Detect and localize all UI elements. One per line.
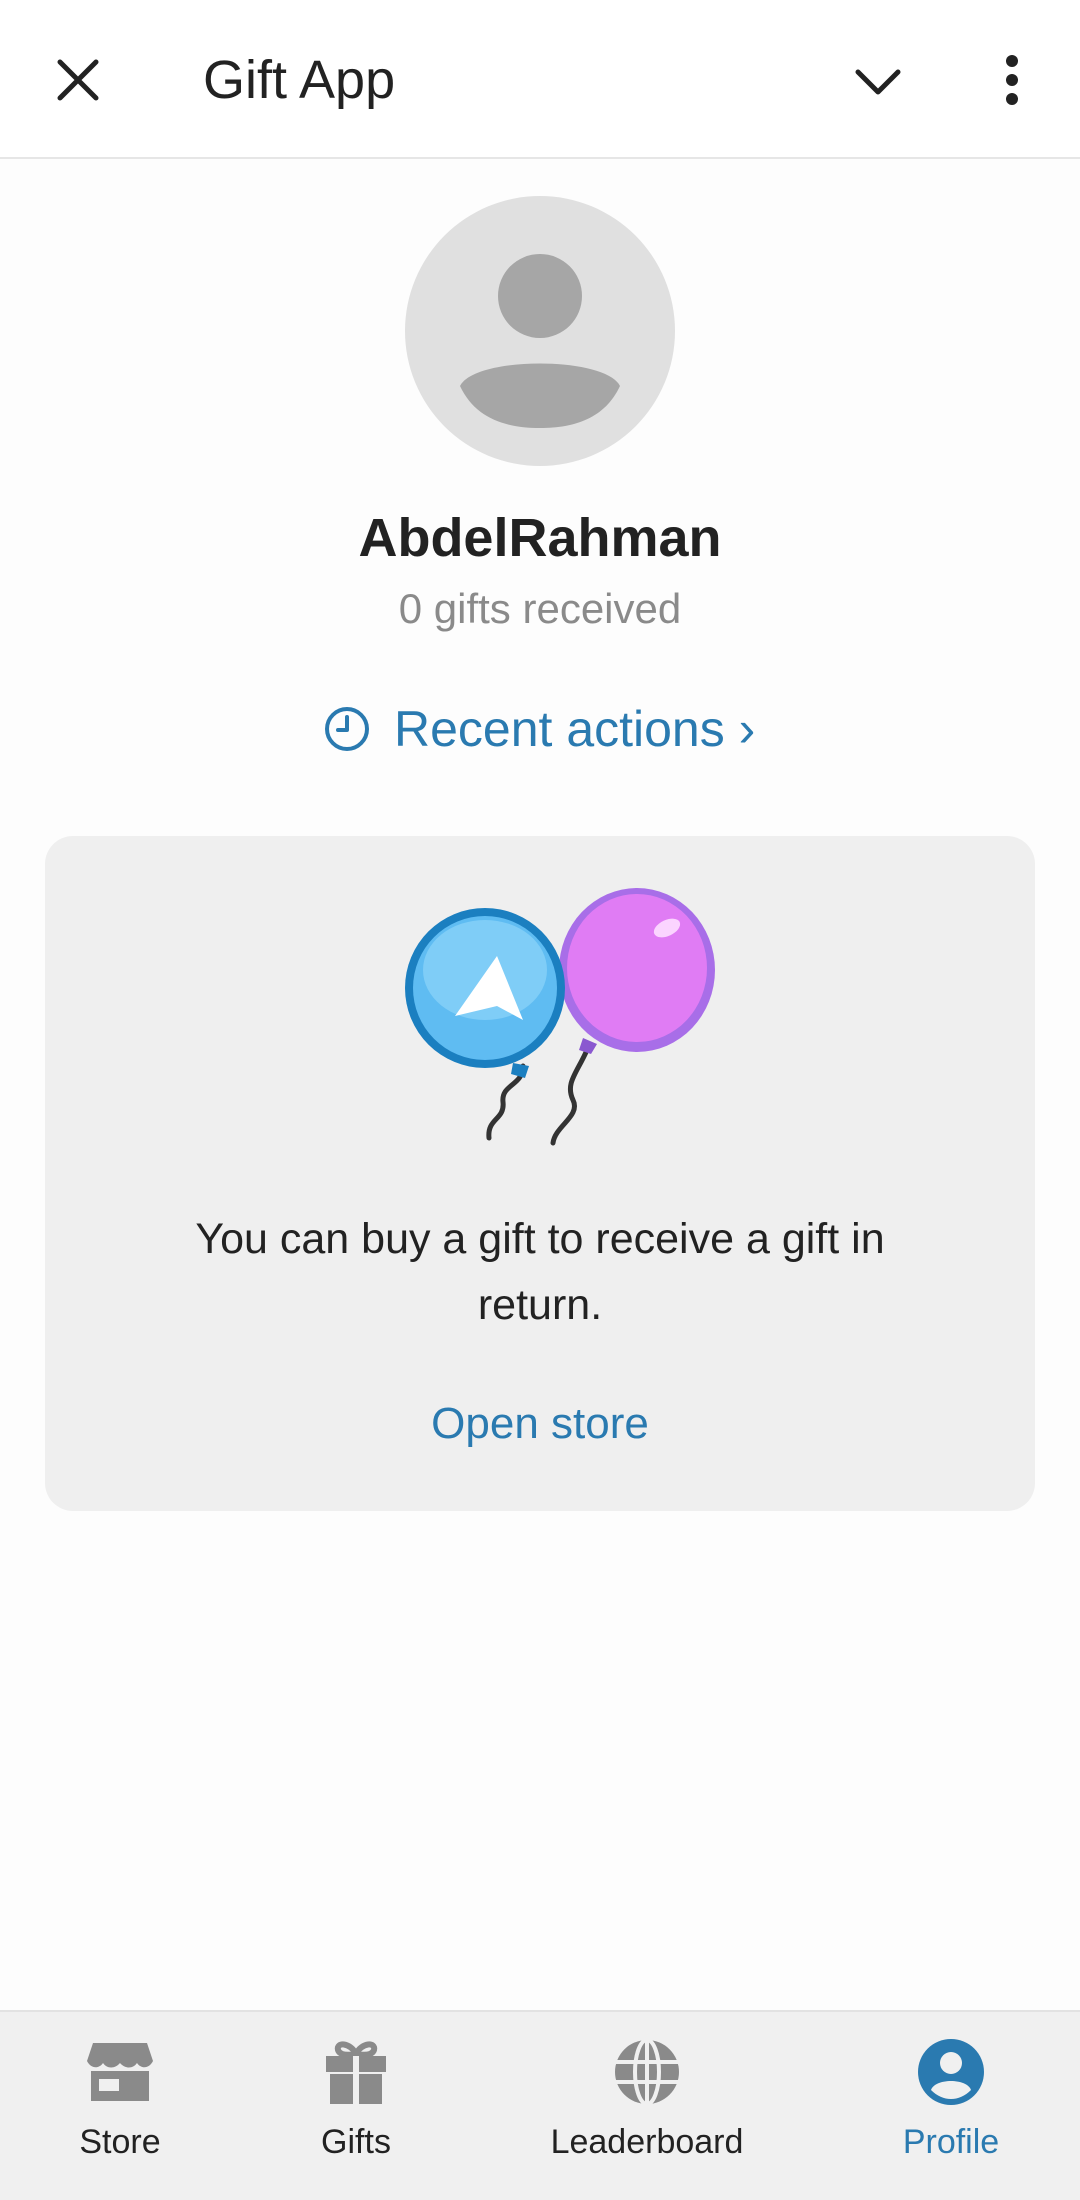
- bottom-navigation: Store Gifts Leaderboard Profile: [0, 2010, 1080, 2200]
- nav-item-profile[interactable]: Profile: [871, 2012, 1031, 2200]
- balloons-illustration: [405, 888, 715, 1146]
- top-app-bar: Gift App: [0, 0, 1080, 159]
- gift-icon: [320, 2036, 392, 2108]
- avatar[interactable]: [405, 196, 675, 466]
- open-store-button[interactable]: Open store: [45, 1396, 1035, 1452]
- nav-item-store[interactable]: Store: [40, 2012, 200, 2200]
- close-button[interactable]: [38, 40, 118, 120]
- clock-icon: [322, 704, 372, 754]
- empty-gifts-card: You can buy a gift to receive a gift in …: [45, 836, 1035, 1511]
- nav-label-gifts: Gifts: [321, 2123, 391, 2161]
- nav-label-store: Store: [79, 2123, 161, 2161]
- profile-name: AbdelRahman: [358, 508, 722, 568]
- profile-icon: [915, 2036, 987, 2108]
- nav-item-gifts[interactable]: Gifts: [276, 2012, 436, 2200]
- gifts-received-count: 0 gifts received: [398, 585, 682, 632]
- nav-item-leaderboard[interactable]: Leaderboard: [527, 2012, 767, 2200]
- collapse-button[interactable]: [838, 42, 918, 122]
- recent-actions-label: Recent actions ›: [394, 701, 756, 757]
- close-icon: [57, 59, 99, 101]
- more-options-button[interactable]: [972, 40, 1052, 120]
- nav-label-leaderboard: Leaderboard: [550, 2123, 744, 2161]
- chevron-down-icon: [855, 69, 901, 95]
- store-icon: [84, 2036, 156, 2108]
- app-title: Gift App: [203, 50, 396, 110]
- empty-state-message: You can buy a gift to receive a gift in …: [195, 1215, 885, 1329]
- globe-icon: [611, 2036, 683, 2108]
- person-placeholder-icon: [460, 254, 620, 428]
- more-vertical-icon: [1006, 55, 1018, 105]
- nav-label-profile: Profile: [902, 2123, 1000, 2161]
- recent-actions-link[interactable]: Recent actions ›: [322, 694, 755, 764]
